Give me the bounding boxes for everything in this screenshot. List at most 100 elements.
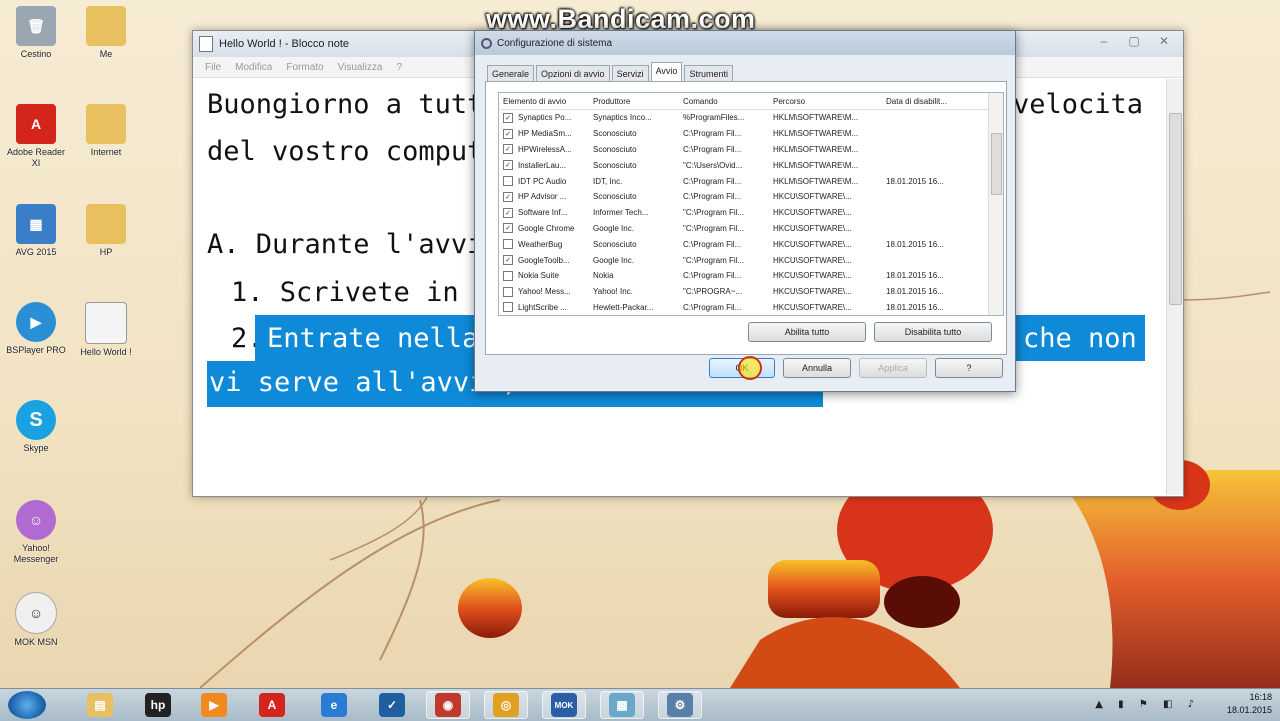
- desktop-icon-bsplayer[interactable]: ▶ BSPlayer PRO: [6, 302, 66, 356]
- scrollbar-thumb[interactable]: [991, 133, 1002, 195]
- manufacturer-cell: Informer Tech...: [593, 208, 649, 218]
- startup-item-checkbox[interactable]: ✓: [503, 112, 513, 123]
- startup-item-checkbox[interactable]: ✓: [503, 207, 513, 218]
- taskbar-item[interactable]: ⚙: [658, 691, 702, 719]
- desktop-icon-folder-hp[interactable]: HP: [76, 204, 136, 258]
- list-scrollbar[interactable]: [988, 93, 1003, 315]
- taskbar-item[interactable]: ▦: [600, 691, 644, 719]
- menu-modifica[interactable]: Modifica: [235, 62, 272, 73]
- menu-visualizza[interactable]: Visualizza: [338, 62, 383, 73]
- apply-button[interactable]: Applica: [859, 358, 927, 378]
- table-row[interactable]: ✓ HP MediaSm... Sconosciuto C:\Program Fil.…: [499, 126, 1003, 142]
- table-row[interactable]: Yahoo! Mess... Yahoo! Inc. "C:\PROGRA~... H…: [499, 284, 1003, 300]
- manufacturer-cell: Google Inc.: [593, 223, 634, 233]
- startup-item-checkbox[interactable]: ✓: [503, 223, 513, 234]
- desktop-icon-avg[interactable]: ▦ AVG 2015: [6, 204, 66, 258]
- location-cell: HKLM\SOFTWARE\M...: [773, 176, 859, 186]
- column-header[interactable]: Percorso: [773, 97, 886, 106]
- desktop-icon-adobe-reader[interactable]: A Adobe Reader XI: [6, 104, 66, 169]
- table-row[interactable]: ✓ Synaptics Po... Synaptics Inco... %Progra…: [499, 110, 1003, 126]
- help-button[interactable]: ?: [935, 358, 1003, 378]
- column-header[interactable]: Data di disabilit...: [886, 97, 982, 106]
- taskbar-item[interactable]: ◉: [426, 691, 470, 719]
- startup-item-cell: ✓ Software Inf...: [499, 207, 593, 218]
- location-cell: HKCU\SOFTWARE\...: [773, 302, 852, 312]
- close-button[interactable]: ✕: [1151, 33, 1177, 49]
- disable-all-button[interactable]: Disabilita tutto: [874, 322, 992, 342]
- dialog-titlebar[interactable]: Configurazione di sistema: [475, 31, 1015, 55]
- command-cell: %ProgramFiles...: [683, 113, 745, 123]
- taskbar-item[interactable]: hp: [136, 691, 180, 719]
- location-cell: HKCU\SOFTWARE\...: [773, 239, 852, 249]
- taskbar-item[interactable]: MOK: [542, 691, 586, 719]
- tab-generale[interactable]: Generale: [487, 65, 535, 82]
- tab-strumenti[interactable]: Strumenti: [684, 65, 733, 82]
- tab-avvio[interactable]: Avvio: [650, 62, 683, 82]
- table-row[interactable]: ✓ GoogleToolb... Google Inc. "C:\Program Fi…: [499, 252, 1003, 268]
- startup-item-checkbox[interactable]: ✓: [503, 191, 513, 202]
- date-disabled-cell: 18.01.2015 16...: [886, 176, 944, 186]
- table-row[interactable]: ✓ Google Chrome Google Inc. "C:\Program Fil…: [499, 221, 1003, 237]
- media-player-icon: ▶: [201, 693, 227, 717]
- startup-item-checkbox[interactable]: [503, 239, 513, 250]
- startup-item-checkbox[interactable]: ✓: [503, 144, 513, 155]
- table-row[interactable]: ✓ HP Advisor ... Sconosciuto C:\Program Fil…: [499, 189, 1003, 205]
- taskbar-item[interactable]: A: [250, 691, 294, 719]
- startup-item-checkbox[interactable]: [503, 270, 513, 281]
- clock[interactable]: 16:18 18.01.2015: [1227, 691, 1272, 717]
- taskbar-item[interactable]: ▤: [78, 691, 122, 719]
- mok-icon: ☺: [15, 592, 57, 634]
- desktop-icon-skype[interactable]: S Skype: [6, 400, 66, 454]
- desktop-icon-recycle-bin[interactable]: 🗑 Cestino: [6, 6, 66, 60]
- taskbar-item[interactable]: ✓: [370, 691, 414, 719]
- table-row[interactable]: ✓ Software Inf... Informer Tech... "C:\Prog…: [499, 205, 1003, 221]
- table-row[interactable]: ✓ HPWirelessA... Sconosciuto C:\Program Fil…: [499, 142, 1003, 158]
- startup-item-checkbox[interactable]: [503, 302, 513, 313]
- table-row[interactable]: ✓ InstallerLau... Sconosciuto "C:\Users\Ovi…: [499, 157, 1003, 173]
- cancel-button[interactable]: Annulla: [783, 358, 851, 378]
- tab-servizi[interactable]: Servizi: [611, 65, 649, 82]
- location-cell: HKCU\SOFTWARE\...: [773, 208, 852, 218]
- taskbar-item[interactable]: e: [312, 691, 356, 719]
- minimize-button[interactable]: –: [1091, 33, 1117, 49]
- scrollbar-thumb[interactable]: [1169, 113, 1182, 305]
- hp-icon: hp: [145, 693, 171, 717]
- menu-file[interactable]: File: [205, 62, 221, 73]
- desktop-icon-hello-world[interactable]: Hello World !: [76, 302, 136, 358]
- startup-item-checkbox[interactable]: ✓: [503, 255, 513, 266]
- mok-icon: MOK: [551, 693, 577, 717]
- startup-item-checkbox[interactable]: ✓: [503, 128, 513, 139]
- table-row[interactable]: LightScribe ... Hewlett-Packar... C:\Progr…: [499, 300, 1003, 315]
- notepad-scrollbar[interactable]: [1166, 79, 1183, 495]
- desktop-icon-folder-internet[interactable]: Internet: [76, 104, 136, 158]
- table-row[interactable]: IDT PC Audio IDT, Inc. C:\Program Fil... HK…: [499, 173, 1003, 189]
- enable-all-button[interactable]: Abilita tutto: [748, 322, 866, 342]
- table-row[interactable]: WeatherBug Sconosciuto C:\Program Fil... HK…: [499, 236, 1003, 252]
- maximize-button[interactable]: ▢: [1121, 33, 1147, 49]
- taskbar-item[interactable]: ◎: [484, 691, 528, 719]
- column-header[interactable]: Elemento di avvio: [499, 97, 593, 106]
- menu-formato[interactable]: Formato: [286, 62, 323, 73]
- system-tray-icons[interactable]: ▲ ▮ ⚑ ◧ ♪: [1095, 699, 1200, 710]
- system-config-icon: ⚙: [667, 693, 693, 717]
- startup-item-cell: ✓ HP Advisor ...: [499, 191, 593, 202]
- column-header[interactable]: Produttore: [593, 97, 683, 106]
- desktop-icon-folder-me[interactable]: Me: [76, 6, 136, 60]
- location-cell: HKCU\SOFTWARE\...: [773, 287, 852, 297]
- desktop-icon-mok[interactable]: ☺ MOK MSN: [6, 592, 66, 648]
- taskbar-item[interactable]: ▶: [192, 691, 236, 719]
- manufacturer-cell: Sconosciuto: [593, 129, 637, 139]
- internet-explorer-icon: e: [321, 693, 347, 717]
- startup-item-cell: ✓ Synaptics Po...: [499, 112, 593, 123]
- tab-opzioni-di-avvio[interactable]: Opzioni di avvio: [536, 65, 610, 82]
- startup-item-checkbox[interactable]: ✓: [503, 160, 513, 171]
- command-cell: "C:\Program Fil...: [683, 223, 745, 233]
- windows-explorer-icon: ▤: [87, 693, 113, 717]
- menu-help[interactable]: ?: [396, 62, 402, 73]
- startup-item-checkbox[interactable]: [503, 286, 513, 297]
- table-row[interactable]: Nokia Suite Nokia C:\Program Fil... HKCU\SO…: [499, 268, 1003, 284]
- start-button[interactable]: [8, 691, 46, 719]
- startup-item-checkbox[interactable]: [503, 176, 513, 187]
- desktop-icon-yahoo-messenger[interactable]: ☺ Yahoo! Messenger: [6, 500, 66, 565]
- column-header[interactable]: Comando: [683, 97, 773, 106]
